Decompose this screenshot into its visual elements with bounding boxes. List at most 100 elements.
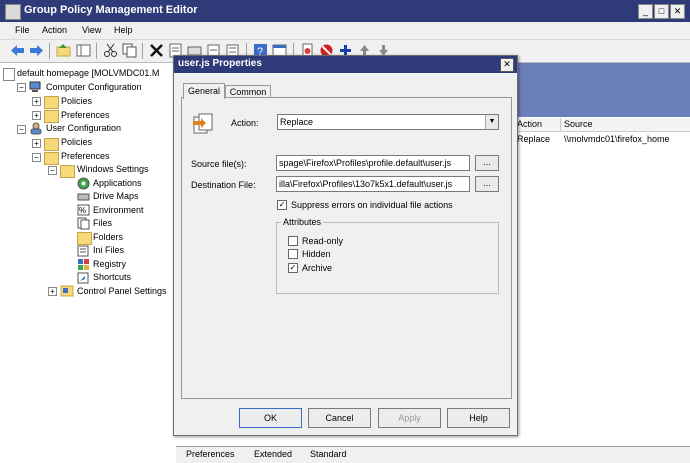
properties-dialog: user.js Properties ✕ General Common Acti…	[173, 55, 518, 436]
window-title: Group Policy Management Editor	[24, 4, 198, 16]
list-row-source[interactable]: \\molvmdc01\firefox_home	[564, 134, 670, 144]
ok-button[interactable]: OK	[239, 408, 302, 428]
column-divider	[560, 118, 561, 131]
ini-file-icon	[77, 245, 89, 257]
menu-file[interactable]: File	[15, 25, 30, 35]
close-button[interactable]: ✕	[670, 4, 685, 19]
applications-icon	[77, 177, 90, 190]
tree-control-panel-settings[interactable]: Control Panel Settings	[77, 286, 167, 296]
files-icon	[77, 217, 90, 230]
tab-extended[interactable]: Extended	[254, 449, 292, 459]
toolbar-separator	[49, 43, 50, 59]
general-tab-panel: Action: Replace ▼ Source file(s): spage\…	[181, 97, 512, 399]
minimize-button[interactable]: _	[638, 4, 653, 19]
tree-pane: default homepage [MOLVMDC01.M − Computer…	[0, 63, 177, 462]
menu-view[interactable]: View	[82, 25, 101, 35]
collapse-toggle[interactable]: −	[17, 125, 26, 134]
menu-bar: File Action View Help	[0, 22, 690, 40]
tree-shortcuts[interactable]: Shortcuts	[93, 272, 131, 282]
collapse-toggle[interactable]: −	[17, 83, 26, 92]
copy-icon[interactable]	[122, 43, 137, 58]
folder-icon	[44, 152, 59, 165]
tree-files[interactable]: Files	[93, 218, 112, 228]
action-select[interactable]: Replace	[277, 114, 499, 130]
readonly-checkbox[interactable]	[288, 236, 298, 246]
tree-environment[interactable]: Environment	[93, 205, 144, 215]
hidden-checkbox[interactable]	[288, 249, 298, 259]
tab-standard[interactable]: Standard	[310, 449, 347, 459]
suppress-errors-label: Suppress errors on individual file actio…	[291, 200, 453, 210]
registry-icon	[78, 259, 89, 270]
action-select-value: Replace	[280, 117, 314, 127]
folder-icon	[44, 110, 59, 123]
bottom-tab-strip: Preferences Extended Standard	[176, 446, 690, 463]
tree-windows-settings[interactable]: Windows Settings	[77, 164, 149, 174]
dialog-title: user.js Properties	[178, 58, 262, 69]
list-row-action[interactable]: Replace	[517, 134, 550, 144]
destination-file-field[interactable]: illa\Firefox\Profiles\13o7k5x1.default\u…	[276, 176, 470, 192]
svg-text:%: %	[79, 206, 86, 215]
tree-user-configuration[interactable]: User Configuration	[46, 123, 121, 133]
toolbar-separator	[96, 43, 97, 59]
shortcuts-icon	[77, 272, 89, 284]
browse-destination-button[interactable]: ...	[475, 176, 499, 192]
tree-applications[interactable]: Applications	[93, 178, 142, 188]
control-panel-icon	[60, 285, 74, 297]
tab-general[interactable]: General	[183, 83, 225, 99]
gpo-icon	[3, 68, 15, 81]
expand-toggle[interactable]: +	[32, 97, 41, 106]
show-hide-tree-icon[interactable]	[76, 43, 91, 58]
folder-icon	[60, 165, 75, 178]
back-icon[interactable]	[10, 43, 25, 58]
suppress-errors-checkbox[interactable]: ✓	[277, 200, 287, 210]
menu-help[interactable]: Help	[114, 25, 133, 35]
expand-toggle[interactable]: +	[32, 139, 41, 148]
computer-icon	[29, 81, 41, 92]
tree-uc-preferences[interactable]: Preferences	[61, 151, 110, 161]
tab-preferences[interactable]: Preferences	[186, 449, 235, 459]
dialog-close-button[interactable]: ✕	[500, 58, 514, 72]
title-bar: Group Policy Management Editor _ □ ✕	[0, 0, 690, 22]
folder-icon	[44, 138, 59, 151]
tree-uc-policies[interactable]: Policies	[61, 137, 92, 147]
tree-ini-files[interactable]: Ini Files	[93, 245, 124, 255]
tree-cc-policies[interactable]: Policies	[61, 96, 92, 106]
help-button[interactable]: Help	[447, 408, 510, 428]
archive-label: Archive	[302, 263, 333, 273]
tree-root[interactable]: default homepage [MOLVMDC01.M	[17, 68, 159, 78]
tree-computer-configuration[interactable]: Computer Configuration	[46, 82, 142, 92]
expand-toggle[interactable]: +	[48, 287, 57, 296]
tree-folders[interactable]: Folders	[93, 232, 123, 242]
tree-drive-maps[interactable]: Drive Maps	[93, 191, 139, 201]
list-header: Action Source	[514, 118, 690, 132]
file-action-icon	[193, 113, 213, 134]
forward-icon[interactable]	[29, 43, 44, 58]
action-label: Action:	[231, 118, 259, 128]
readonly-label: Read-only	[302, 236, 344, 246]
browse-source-button[interactable]: ...	[475, 155, 499, 171]
user-icon	[30, 122, 42, 135]
cancel-button[interactable]: Cancel	[308, 408, 371, 428]
hidden-label: Hidden	[302, 249, 331, 259]
expand-toggle[interactable]: +	[32, 111, 41, 120]
delete-icon[interactable]	[149, 43, 164, 58]
archive-checkbox[interactable]: ✓	[288, 263, 298, 273]
dialog-title-bar: user.js Properties ✕	[174, 56, 517, 73]
toolbar-separator	[142, 43, 143, 59]
maximize-button[interactable]: □	[654, 4, 669, 19]
tree-cc-preferences[interactable]: Preferences	[61, 110, 110, 120]
chevron-down-icon[interactable]: ▼	[485, 115, 498, 129]
drive-maps-icon	[77, 193, 90, 201]
collapse-toggle[interactable]: −	[32, 153, 41, 162]
tree-registry[interactable]: Registry	[93, 259, 126, 269]
column-header-source[interactable]: Source	[564, 119, 593, 129]
menu-action[interactable]: Action	[42, 25, 67, 35]
cut-icon[interactable]	[103, 43, 118, 58]
attributes-label: Attributes	[281, 217, 324, 227]
folder-icon	[77, 232, 92, 245]
apply-button[interactable]: Apply	[378, 408, 441, 428]
column-header-action[interactable]: Action	[517, 119, 542, 129]
source-files-field[interactable]: spage\Firefox\Profiles\profile.default\u…	[276, 155, 470, 171]
collapse-toggle[interactable]: −	[48, 166, 57, 175]
up-folder-icon[interactable]	[56, 43, 71, 58]
